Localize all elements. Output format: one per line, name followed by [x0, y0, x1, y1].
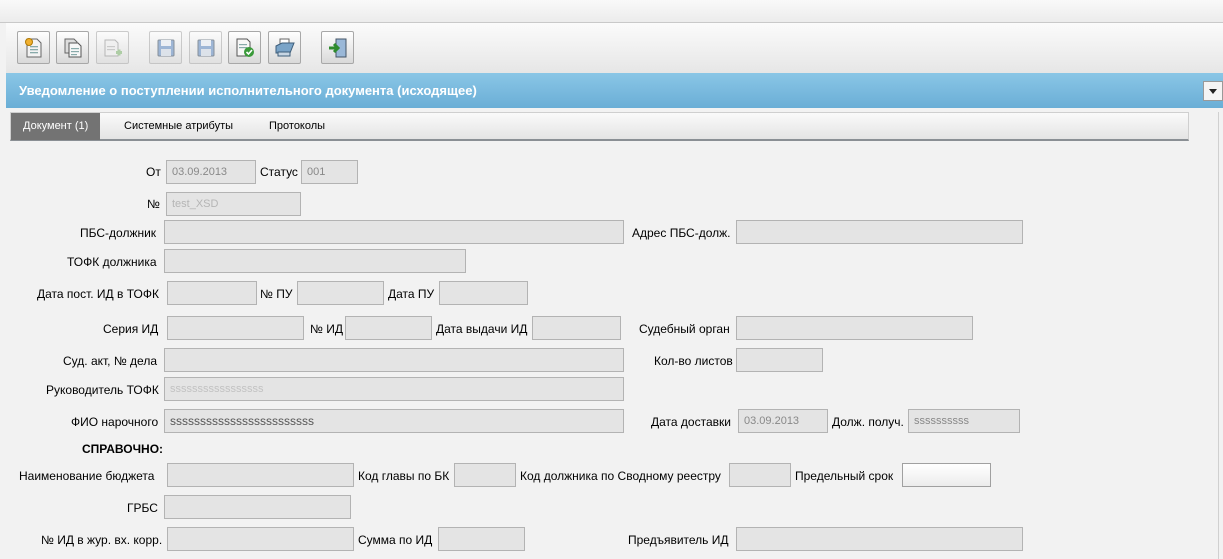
label-sheets: Кол-во листов [654, 354, 733, 368]
field-date-issue[interactable] [532, 316, 621, 340]
print-button[interactable] [268, 31, 301, 64]
title-dropdown-button[interactable] [1203, 81, 1223, 101]
label-delivery-date: Дата доставки [651, 415, 731, 429]
field-date-pu[interactable] [439, 281, 528, 305]
add-document-icon [104, 39, 122, 57]
copy-document-icon [64, 38, 82, 58]
document-title-bar: Уведомление о поступлении исполнительног… [6, 73, 1223, 108]
label-presenter: Предъявитель ИД [628, 533, 729, 547]
field-recipient-pos[interactable]: ssssssssss [908, 409, 1020, 433]
exit-button[interactable] [321, 31, 354, 64]
save-as-button[interactable] [149, 31, 182, 64]
label-status: Статус [260, 165, 298, 179]
label-series-id: Серия ИД [103, 322, 159, 336]
document-check-icon [236, 38, 254, 57]
label-grbs: ГРБС [127, 501, 158, 515]
field-debtor-code[interactable] [729, 463, 791, 487]
copy-document-button[interactable] [56, 31, 89, 64]
add-document-button[interactable] [96, 31, 129, 64]
tab-bar: Документ (1) Системные атрибуты Протокол… [10, 112, 1189, 141]
check-document-button[interactable] [228, 31, 261, 64]
label-date-post: Дата пост. ИД в ТОФК [37, 287, 159, 301]
field-bk-code[interactable] [454, 463, 516, 487]
field-deadline[interactable] [902, 463, 991, 487]
field-nom-pu[interactable] [297, 281, 384, 305]
field-head-tofk[interactable]: sssssssssssssssss [164, 377, 624, 401]
exit-icon [329, 38, 347, 58]
document-title: Уведомление о поступлении исполнительног… [19, 83, 477, 98]
window-top-bar [0, 0, 1223, 23]
tab-document[interactable]: Документ (1) [11, 113, 101, 140]
field-nom-id[interactable] [345, 316, 432, 340]
label-sum-id: Сумма по ИД [358, 533, 433, 547]
field-court-act[interactable] [164, 348, 624, 372]
label-court-act: Суд. акт, № дела [63, 354, 157, 368]
field-tofk-debtor[interactable] [164, 249, 466, 273]
reference-header: СПРАВОЧНО: [82, 442, 164, 456]
field-date-post[interactable] [167, 281, 257, 305]
print-icon [275, 38, 295, 57]
label-court: Судебный орган [639, 322, 730, 336]
field-budget-name[interactable] [167, 463, 354, 487]
label-recipient-pos: Долж. получ. [832, 415, 904, 429]
field-pbs-address[interactable] [736, 220, 1023, 244]
label-bk-code: Код главы по БК [358, 469, 450, 483]
scroll-divider [1218, 112, 1219, 559]
save-button[interactable] [189, 31, 222, 64]
field-number[interactable]: test_XSD [166, 192, 301, 216]
label-nom-id: № ИД [310, 322, 343, 336]
label-date-issue: Дата выдачи ИД [436, 322, 528, 336]
label-tofk-debtor: ТОФК должника [67, 255, 157, 269]
field-pbs-debtor[interactable] [164, 220, 624, 244]
save-as-icon [157, 39, 175, 57]
label-courier: ФИО нарочного [71, 415, 159, 429]
label-debtor-code: Код должника по Сводному реестру [520, 469, 721, 483]
new-document-icon [25, 38, 42, 58]
field-sheets[interactable] [736, 348, 823, 372]
field-presenter[interactable] [736, 527, 1023, 551]
save-icon [197, 39, 215, 57]
label-journal-no: № ИД в жур. вх. корр. [41, 533, 163, 547]
label-pbs-debtor: ПБС-должник [80, 226, 157, 240]
field-sum-id[interactable] [438, 527, 525, 551]
label-head-tofk: Руководитель ТОФК [46, 383, 159, 397]
label-deadline: Предельный срок [795, 469, 894, 483]
label-date-pu: Дата ПУ [388, 287, 435, 301]
tab-system-attributes[interactable]: Системные атрибуты [112, 113, 245, 140]
label-number: № [147, 197, 160, 211]
label-nom-pu: № ПУ [260, 287, 293, 301]
new-document-button[interactable] [17, 31, 50, 64]
label-budget-name: Наименование бюджета [19, 469, 155, 483]
field-journal-no[interactable] [167, 527, 354, 551]
field-courier[interactable]: ssssssssssssssssssssssss [164, 409, 624, 433]
toolbar [6, 23, 1223, 74]
label-ot: От [146, 165, 161, 179]
field-grbs[interactable] [164, 495, 351, 519]
field-ot[interactable]: 03.09.2013 [166, 160, 256, 184]
tab-protocols[interactable]: Протоколы [257, 113, 337, 140]
field-delivery-date[interactable]: 03.09.2013 [738, 409, 828, 433]
field-status[interactable]: 001 [301, 160, 358, 184]
label-pbs-address: Адрес ПБС-долж. [632, 226, 731, 240]
field-series-id[interactable] [167, 316, 304, 340]
field-court[interactable] [736, 316, 973, 340]
